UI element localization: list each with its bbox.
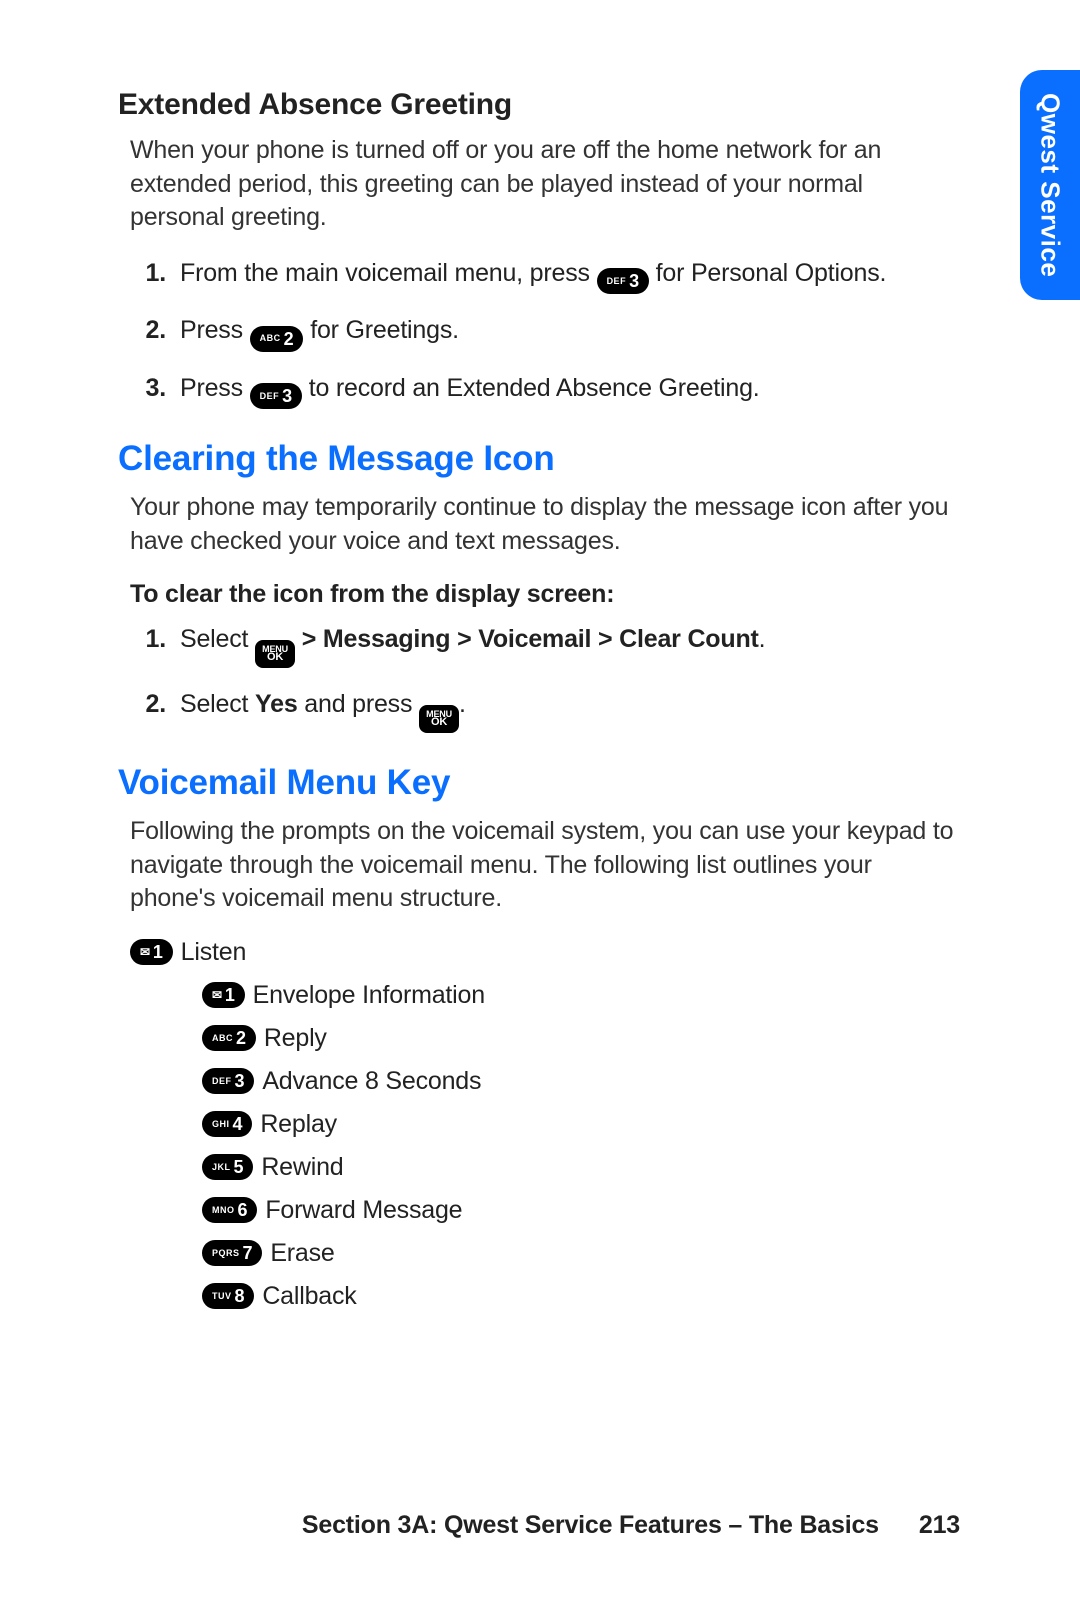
steps-clearing: 1. Select MENUOK > Messaging > Voicemail… [130, 623, 960, 733]
menu-label: Rewind [261, 1153, 343, 1182]
menu-item: PQRS7 Erase [202, 1239, 960, 1268]
menu-label: Replay [260, 1110, 337, 1139]
step-content: Select Yes and press MENUOK. [180, 688, 960, 733]
menu-label: Envelope Information [253, 981, 485, 1010]
subheading-clear-icon: To clear the icon from the display scree… [130, 580, 960, 609]
menu-path: > Messaging > Voicemail > Clear Count [295, 625, 759, 653]
step-content: Press ABC2 for Greetings. [180, 314, 960, 352]
step-item: 2. Press ABC2 for Greetings. [130, 314, 960, 352]
menu-label: Forward Message [265, 1196, 462, 1225]
key-def3-icon: DEF3 [250, 383, 302, 409]
page: Qwest Service Extended Absence Greeting … [0, 0, 1080, 1620]
menu-label: Advance 8 Seconds [262, 1067, 481, 1096]
step-item: 1. Select MENUOK > Messaging > Voicemail… [130, 623, 960, 668]
menu-label: Listen [181, 938, 247, 967]
voicemail-menu-tree: ✉1 Listen ✉1 Envelope Information ABC2 R… [130, 938, 960, 1311]
key-abc2-icon: ABC2 [250, 326, 304, 352]
heading-clearing-message-icon: Clearing the Message Icon [118, 439, 960, 479]
paragraph-extended-intro: When your phone is turned off or you are… [130, 134, 960, 235]
step-number: 2. [130, 314, 166, 348]
heading-voicemail-menu-key: Voicemail Menu Key [118, 763, 960, 803]
side-tab: Qwest Service [1020, 70, 1080, 300]
key-pqrs7-icon: PQRS7 [202, 1240, 262, 1266]
menu-ok-icon: MENUOK [255, 640, 295, 668]
footer-section-title: Section 3A: Qwest Service Features – The… [302, 1511, 879, 1540]
menu-item: ABC2 Reply [202, 1024, 960, 1053]
key-def3-icon: DEF3 [597, 268, 649, 294]
page-number: 213 [919, 1511, 960, 1540]
step-item: 3. Press DEF3 to record an Extended Abse… [130, 372, 960, 410]
paragraph-menukey-intro: Following the prompts on the voicemail s… [130, 815, 960, 916]
step-number: 1. [130, 623, 166, 657]
steps-extended: 1. From the main voicemail menu, press D… [130, 257, 960, 410]
menu-ok-icon: MENUOK [419, 705, 459, 733]
menu-sub-list: ✉1 Envelope Information ABC2 Reply DEF3 … [202, 981, 960, 1311]
step-content: Press DEF3 to record an Extended Absence… [180, 372, 960, 410]
menu-item: ✉1 Envelope Information [202, 981, 960, 1010]
paragraph-clearing-intro: Your phone may temporarily continue to d… [130, 491, 960, 558]
step-content: From the main voicemail menu, press DEF3… [180, 257, 960, 295]
step-number: 1. [130, 257, 166, 291]
step-item: 1. From the main voicemail menu, press D… [130, 257, 960, 295]
menu-label: Reply [264, 1024, 327, 1053]
key-mno6-icon: MNO6 [202, 1197, 257, 1223]
key-tuv8-icon: TUV8 [202, 1283, 254, 1309]
menu-item: JKL5 Rewind [202, 1153, 960, 1182]
heading-extended-absence: Extended Absence Greeting [118, 88, 960, 122]
menu-item: MNO6 Forward Message [202, 1196, 960, 1225]
key-def3-icon: DEF3 [202, 1068, 254, 1094]
menu-root-listen: ✉1 Listen [130, 938, 960, 967]
step-number: 3. [130, 372, 166, 406]
key-jkl5-icon: JKL5 [202, 1154, 253, 1180]
step-number: 2. [130, 688, 166, 722]
step-content: Select MENUOK > Messaging > Voicemail > … [180, 623, 960, 668]
menu-label: Erase [270, 1239, 334, 1268]
key-abc2-icon: ABC2 [202, 1025, 256, 1051]
key-1-icon: ✉1 [202, 982, 245, 1008]
menu-label: Callback [262, 1282, 356, 1311]
key-ghi4-icon: GHI4 [202, 1111, 252, 1137]
menu-item: DEF3 Advance 8 Seconds [202, 1067, 960, 1096]
page-footer: Section 3A: Qwest Service Features – The… [0, 1511, 1080, 1540]
step-item: 2. Select Yes and press MENUOK. [130, 688, 960, 733]
menu-item: TUV8 Callback [202, 1282, 960, 1311]
key-1-icon: ✉1 [130, 939, 173, 965]
menu-item: GHI4 Replay [202, 1110, 960, 1139]
